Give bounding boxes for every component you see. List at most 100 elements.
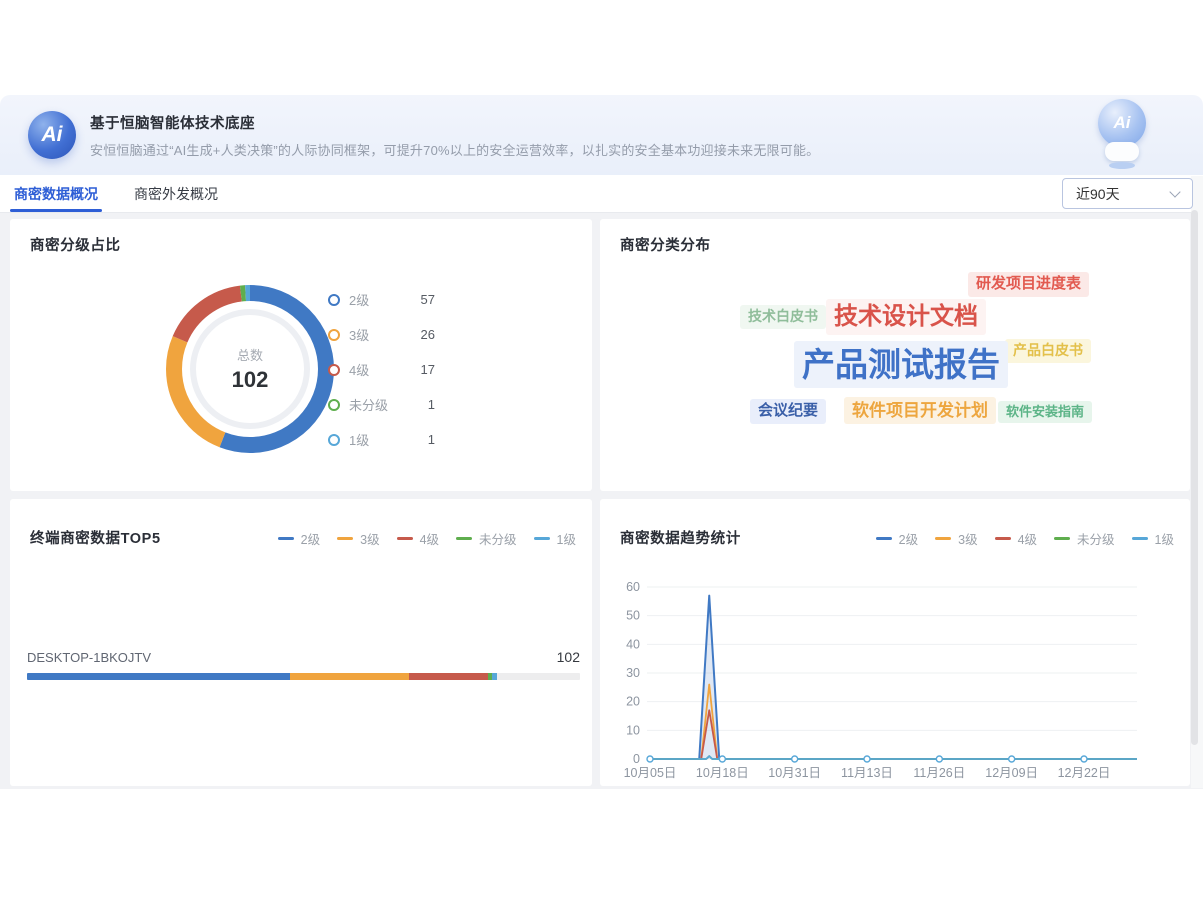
header-text-block: 基于恒脑智能体技术底座 安恒恒脑通过“AI生成+人类决策”的人际协同框架，可提升…	[90, 112, 819, 159]
legend-item-2级[interactable]: 2级	[278, 529, 320, 548]
tab-label: 商密外发概况	[134, 184, 218, 204]
time-range-select[interactable]: 近90天	[1062, 178, 1193, 209]
y-axis-tick: 50	[626, 609, 640, 623]
tab-outgoing-overview[interactable]: 商密外发概况	[132, 175, 220, 212]
legend-ring-icon	[328, 364, 340, 376]
donut-legend-item[interactable]: 3级26	[328, 324, 435, 345]
wordcloud-term[interactable]: 软件安装指南	[998, 401, 1092, 423]
legend-item-未分级[interactable]: 未分级	[1054, 529, 1115, 548]
wordcloud-term[interactable]: 技术设计文档	[826, 299, 986, 335]
legend-label: 3级	[349, 325, 401, 344]
legend-label: 未分级	[349, 395, 401, 414]
data-point-marker[interactable]	[936, 756, 942, 762]
wordcloud-term[interactable]: 会议纪要	[750, 399, 826, 424]
legend-item-3级[interactable]: 3级	[935, 529, 977, 548]
y-axis-tick: 30	[626, 666, 640, 680]
legend-label: 4级	[349, 360, 401, 379]
data-point-marker[interactable]	[1009, 756, 1015, 762]
data-point-marker[interactable]	[647, 756, 653, 762]
panel-title: 商密数据趋势统计	[620, 527, 741, 548]
legend-label: 3级	[958, 529, 977, 548]
y-axis-tick: 40	[626, 637, 640, 651]
legend-item-2级[interactable]: 2级	[876, 529, 918, 548]
wordcloud-term[interactable]: 产品测试报告	[794, 341, 1008, 388]
bar-segment-3级[interactable]	[290, 673, 410, 680]
legend-dash-icon	[397, 537, 413, 540]
legend-dash-icon	[337, 537, 353, 540]
x-axis-tick: 10月05日	[624, 766, 677, 780]
dashboard-content: 商密分级占比 总数 102 2级573级264级17未分级11级1 商密分类分布…	[0, 213, 1203, 789]
legend-dash-icon	[1132, 537, 1148, 540]
ai-mascot-text: Ai	[1114, 113, 1131, 133]
app-window: Ai 基于恒脑智能体技术底座 安恒恒脑通过“AI生成+人类决策”的人际协同框架，…	[0, 95, 1203, 789]
tab-bar: 商密数据概况 商密外发概况	[0, 175, 1203, 213]
wordcloud-term[interactable]: 产品白皮书	[1005, 339, 1091, 363]
scrollbar[interactable]	[1191, 210, 1198, 745]
data-point-marker[interactable]	[792, 756, 798, 762]
bar-segment-4级[interactable]	[409, 673, 487, 680]
panel-level-pie: 商密分级占比 总数 102 2级573级264级17未分级11级1	[10, 219, 592, 491]
wordcloud-term[interactable]: 研发项目进度表	[968, 272, 1089, 297]
donut-legend-item[interactable]: 4级17	[328, 359, 435, 380]
panel-title: 商密分级占比	[30, 234, 121, 255]
x-axis-tick: 10月18日	[696, 766, 749, 780]
x-axis-tick: 11月26日	[913, 766, 965, 780]
bar-label-row: DESKTOP-1BKOJTV 102	[27, 649, 580, 665]
brand-logo-icon: Ai	[28, 111, 76, 159]
y-axis-tick: 20	[626, 695, 640, 709]
ai-mascot-icon[interactable]: Ai	[1091, 99, 1153, 175]
bar-segment-1级[interactable]	[492, 673, 497, 680]
donut-legend: 2级573级264级17未分级11级1	[328, 289, 435, 464]
legend-dash-icon	[995, 537, 1011, 540]
trend-line-4级[interactable]	[647, 710, 1137, 759]
legend-item-3级[interactable]: 3级	[337, 529, 379, 548]
legend-label: 2级	[301, 529, 320, 548]
tab-data-overview[interactable]: 商密数据概况	[12, 175, 100, 212]
legend-value: 1	[401, 397, 435, 412]
legend-value: 1	[401, 432, 435, 447]
legend-item-1级[interactable]: 1级	[1132, 529, 1174, 548]
legend-label: 1级	[1155, 529, 1174, 548]
legend-ring-icon	[328, 399, 340, 411]
data-point-marker[interactable]	[864, 756, 870, 762]
data-point-marker[interactable]	[1081, 756, 1087, 762]
legend-dash-icon	[935, 537, 951, 540]
wordcloud-term[interactable]: 软件项目开发计划	[844, 397, 996, 424]
legend-label: 未分级	[479, 529, 517, 548]
legend-dash-icon	[1054, 537, 1070, 540]
time-range-value: 近90天	[1076, 184, 1120, 204]
donut-legend-item[interactable]: 未分级1	[328, 394, 435, 415]
legend-value: 17	[401, 362, 435, 377]
bar-segment-2级[interactable]	[27, 673, 290, 680]
trend-chart[interactable]: 010203040506010月05日10月18日10月31日11月13日11月…	[600, 559, 1180, 784]
donut-legend-item[interactable]: 2级57	[328, 289, 435, 310]
legend-label: 3级	[360, 529, 379, 548]
legend-item-1级[interactable]: 1级	[534, 529, 576, 548]
x-axis-tick: 10月31日	[768, 766, 821, 780]
header-title: 基于恒脑智能体技术底座	[90, 112, 819, 133]
trend-line-3级[interactable]	[647, 684, 1137, 759]
panel-trend-line: 商密数据趋势统计 2级3级4级未分级1级 010203040506010月05日…	[600, 499, 1190, 786]
y-axis-tick: 0	[633, 752, 640, 766]
stacked-bar	[27, 673, 580, 680]
legend-label: 4级	[420, 529, 439, 548]
data-point-marker[interactable]	[719, 756, 725, 762]
legend-ring-icon	[328, 329, 340, 341]
chevron-down-icon	[1169, 186, 1180, 197]
donut-chart[interactable]	[160, 279, 340, 459]
bar-legend: 2级 3级 4级 未分级 1级	[278, 529, 576, 548]
legend-label: 2级	[349, 290, 401, 309]
header-banner: Ai 基于恒脑智能体技术底座 安恒恒脑通过“AI生成+人类决策”的人际协同框架，…	[0, 95, 1203, 175]
legend-item-未分级[interactable]: 未分级	[456, 529, 517, 548]
wordcloud-term[interactable]: 技术白皮书	[740, 305, 826, 329]
x-axis-tick: 11月13日	[841, 766, 893, 780]
legend-value: 57	[401, 292, 435, 307]
ai-mascot-base	[1109, 162, 1135, 169]
legend-item-4级[interactable]: 4级	[995, 529, 1037, 548]
legend-label: 1级	[349, 430, 401, 449]
terminal-name: DESKTOP-1BKOJTV	[27, 650, 151, 665]
legend-label: 4级	[1018, 529, 1037, 548]
donut-legend-item[interactable]: 1级1	[328, 429, 435, 450]
legend-item-4级[interactable]: 4级	[397, 529, 439, 548]
trend-line-2级[interactable]	[647, 596, 1137, 759]
